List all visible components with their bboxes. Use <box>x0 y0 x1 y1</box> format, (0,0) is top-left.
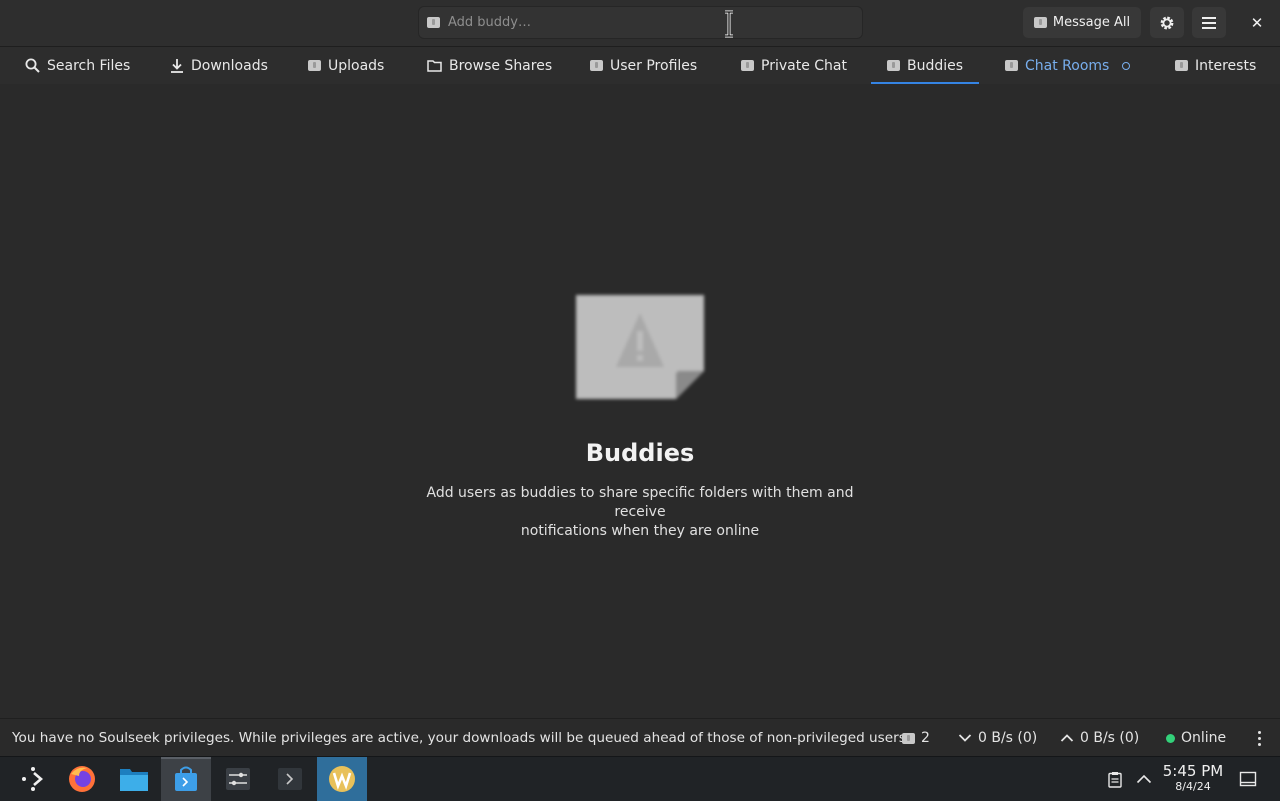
header-bar: Message All ✕ <box>0 0 1280 47</box>
tray-expand-button[interactable] <box>1131 757 1157 801</box>
download-speed-button[interactable]: 0 B/s (0) <box>958 719 1037 757</box>
store-bag-icon <box>175 766 197 791</box>
tab-chat-rooms[interactable]: Chat Rooms <box>1005 47 1131 84</box>
upload-speed-button[interactable]: 0 B/s (0) <box>1060 719 1139 757</box>
message-all-label: Message All <box>1052 15 1131 30</box>
tab-label: Buddies <box>907 57 964 74</box>
tab-buddies[interactable]: Buddies <box>870 47 980 85</box>
system-taskbar: 5:45 PM 8/4/24 <box>0 756 1280 801</box>
buddies-icon <box>887 60 900 71</box>
folder-icon <box>427 60 442 72</box>
tab-label: Downloads <box>191 57 268 74</box>
clock-time: 5:45 PM <box>1162 762 1224 780</box>
folder-app-icon <box>120 769 148 791</box>
buddies-page: Buddies Add users as buddies to share sp… <box>0 84 1280 718</box>
close-window-button[interactable]: ✕ <box>1242 7 1272 38</box>
tab-downloads[interactable]: Downloads <box>170 47 268 84</box>
user-profiles-icon <box>590 60 603 71</box>
message-all-button[interactable]: Message All <box>1023 7 1141 38</box>
tab-user-profiles[interactable]: User Profiles <box>590 47 697 84</box>
add-buddy-input[interactable] <box>446 14 850 31</box>
settings-sliders-icon <box>226 768 250 790</box>
status-menu-button[interactable] <box>1258 719 1261 757</box>
user-icon <box>1033 17 1047 28</box>
clipboard-icon <box>1108 771 1122 788</box>
unread-indicator-icon <box>1122 61 1131 70</box>
clock-date: 8/4/24 <box>1175 780 1211 793</box>
empty-state-title: Buddies <box>585 439 695 467</box>
main-menu-button[interactable] <box>1192 7 1226 38</box>
status-bar: You have no Soulseek privileges. While p… <box>0 718 1280 757</box>
show-desktop-button[interactable] <box>1234 757 1262 801</box>
tab-private-chat[interactable]: Private Chat <box>741 47 847 84</box>
tab-label: Chat Rooms <box>1025 57 1110 74</box>
show-desktop-icon <box>1239 771 1257 787</box>
nicotine-taskbar-button[interactable] <box>317 757 367 801</box>
hamburger-menu-icon <box>1202 16 1216 29</box>
tab-label: Browse Shares <box>449 57 553 74</box>
system-clock[interactable]: 5:45 PM 8/4/24 <box>1160 763 1226 794</box>
status-message: You have no Soulseek privileges. While p… <box>12 730 911 746</box>
users-icon <box>902 732 915 744</box>
connection-status-button[interactable]: Online <box>1166 719 1226 757</box>
gear-icon <box>1160 16 1174 29</box>
terminal-taskbar-button[interactable] <box>265 757 315 801</box>
close-icon: ✕ <box>1250 13 1264 32</box>
user-count: 2 <box>921 730 930 746</box>
connection-status: Online <box>1181 730 1227 746</box>
discover-taskbar-button[interactable] <box>161 757 211 801</box>
clipboard-tray-button[interactable] <box>1102 757 1128 801</box>
user-count-button[interactable]: 2 <box>902 719 930 757</box>
firefox-icon <box>69 766 95 792</box>
tab-browse-shares[interactable]: Browse Shares <box>427 47 552 84</box>
text-cursor-icon <box>725 10 733 38</box>
online-status-icon <box>1166 733 1175 743</box>
uploads-icon <box>308 60 321 71</box>
chevron-down-icon <box>958 734 972 742</box>
kebab-menu-icon <box>1258 730 1261 746</box>
search-icon <box>25 58 40 73</box>
tab-label: Private Chat <box>761 57 847 74</box>
tab-interests[interactable]: Interests <box>1175 47 1256 84</box>
interests-icon <box>1175 60 1188 71</box>
tab-label: Interests <box>1195 57 1257 74</box>
settings-taskbar-button[interactable] <box>213 757 263 801</box>
tab-uploads[interactable]: Uploads <box>308 47 384 84</box>
preferences-button[interactable] <box>1150 7 1184 38</box>
terminal-icon <box>278 768 302 790</box>
firefox-taskbar-button[interactable] <box>57 757 107 801</box>
tab-label: Uploads <box>328 57 385 74</box>
chevron-up-icon <box>1060 734 1074 742</box>
file-manager-taskbar-button[interactable] <box>109 757 159 801</box>
private-chat-icon <box>741 60 754 71</box>
empty-state-description: Add users as buddies to share specific f… <box>410 484 870 541</box>
user-icon <box>427 17 440 28</box>
download-speed: 0 B/s (0) <box>978 730 1038 746</box>
tab-label: User Profiles <box>610 57 698 74</box>
download-icon <box>171 59 183 73</box>
description-line: Add users as buddies to share specific f… <box>426 485 854 520</box>
steamos-launcher-icon <box>22 767 43 791</box>
app-launcher-button[interactable] <box>8 757 58 801</box>
nicotine-app-icon <box>329 766 355 792</box>
chat-rooms-icon <box>1005 60 1018 71</box>
tab-search-files[interactable]: Search Files <box>25 47 130 84</box>
missing-image-icon <box>576 295 704 399</box>
upload-speed: 0 B/s (0) <box>1080 730 1140 746</box>
description-line: notifications when they are online <box>520 523 760 539</box>
add-buddy-field[interactable] <box>418 6 863 39</box>
chevron-up-icon <box>1136 774 1152 784</box>
tab-label: Search Files <box>47 57 131 74</box>
main-tab-bar: Search Files Downloads Uploads Browse Sh… <box>0 47 1280 85</box>
